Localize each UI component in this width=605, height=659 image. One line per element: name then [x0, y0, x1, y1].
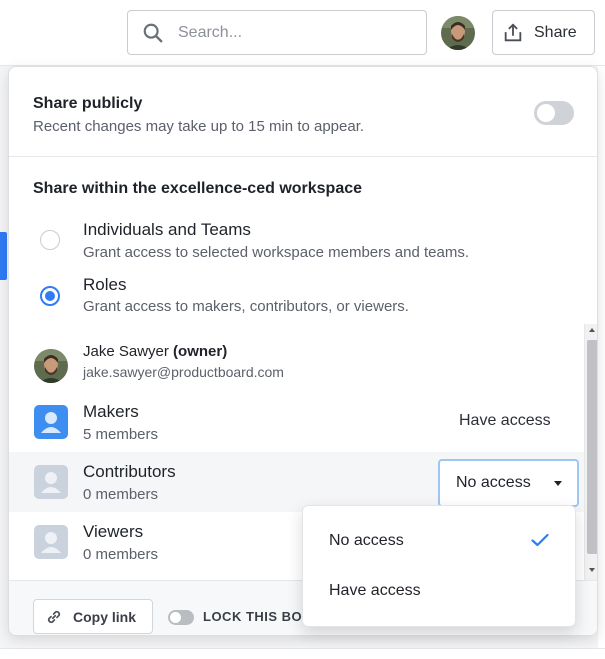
copy-link-label: Copy link [73, 608, 137, 625]
radio-individuals-teams[interactable] [40, 230, 60, 250]
radio-roles[interactable] [40, 286, 60, 306]
owner-tag: (owner) [173, 343, 228, 360]
search-input[interactable] [178, 23, 408, 42]
makers-avatar [34, 405, 68, 439]
share-button-label: Share [534, 23, 577, 41]
share-publicly-section: Share publicly Recent changes may take u… [9, 67, 597, 157]
share-icon [504, 22, 522, 41]
background-column [598, 66, 605, 659]
search-icon [143, 23, 163, 42]
background-selection-accent [0, 232, 7, 280]
lock-board-toggle[interactable] [168, 610, 194, 625]
menu-item-have-access[interactable]: Have access [303, 566, 577, 616]
makers-members: 5 members [83, 426, 159, 443]
makers-name: Makers [83, 402, 139, 421]
share-publicly-subtitle: Recent changes may take up to 15 min to … [33, 118, 365, 135]
contributors-avatar [34, 465, 68, 499]
contributors-name: Contributors [83, 462, 176, 481]
share-button[interactable]: Share [492, 10, 595, 55]
search-box[interactable] [127, 10, 427, 55]
share-publicly-toggle[interactable] [534, 101, 574, 125]
menu-item-no-access[interactable]: No access [303, 516, 577, 566]
option-roles-subtitle: Grant access to makers, contributors, or… [83, 298, 409, 315]
owner-name: Jake Sawyer [83, 343, 169, 360]
link-icon [47, 610, 61, 623]
scroll-thumb[interactable] [587, 340, 597, 554]
workspace-section-title: Share within the excellence-ced workspac… [33, 180, 363, 197]
contributors-access-value: No access [456, 474, 531, 491]
role-row-makers: Makers 5 members Have access [9, 392, 584, 452]
contributors-access-select[interactable]: No access [438, 459, 579, 507]
access-dropdown-menu: No access Have access [302, 505, 576, 627]
option-roles-title: Roles [83, 275, 127, 294]
share-publicly-title: Share publicly [33, 95, 143, 112]
user-avatar[interactable] [441, 16, 475, 50]
owner-avatar [34, 349, 68, 383]
owner-name-line: Jake Sawyer (owner) [83, 343, 227, 360]
contributors-members: 0 members [83, 486, 159, 503]
makers-access-value[interactable]: Have access [459, 412, 551, 430]
scroll-down-arrow-icon[interactable] [589, 568, 595, 572]
viewers-name: Viewers [83, 522, 144, 541]
viewers-avatar [34, 525, 68, 559]
option-individuals-teams-subtitle: Grant access to selected workspace membe… [83, 244, 470, 261]
copy-link-button[interactable]: Copy link [33, 599, 153, 634]
option-individuals-teams-title: Individuals and Teams [83, 220, 251, 239]
lock-board-label: LOCK THIS BO [203, 609, 303, 624]
menu-item-no-access-label: No access [329, 532, 404, 549]
owner-row: Jake Sawyer (owner) jake.sawyer@productb… [9, 336, 584, 396]
background-bottom [0, 648, 605, 659]
check-icon [531, 533, 549, 547]
viewers-members: 0 members [83, 546, 159, 563]
owner-email: jake.sawyer@productboard.com [83, 364, 284, 380]
scroll-up-arrow-icon[interactable] [589, 328, 595, 332]
menu-item-have-access-label: Have access [329, 582, 421, 599]
caret-down-icon [554, 481, 562, 486]
access-list-scrollbar[interactable] [584, 324, 597, 580]
